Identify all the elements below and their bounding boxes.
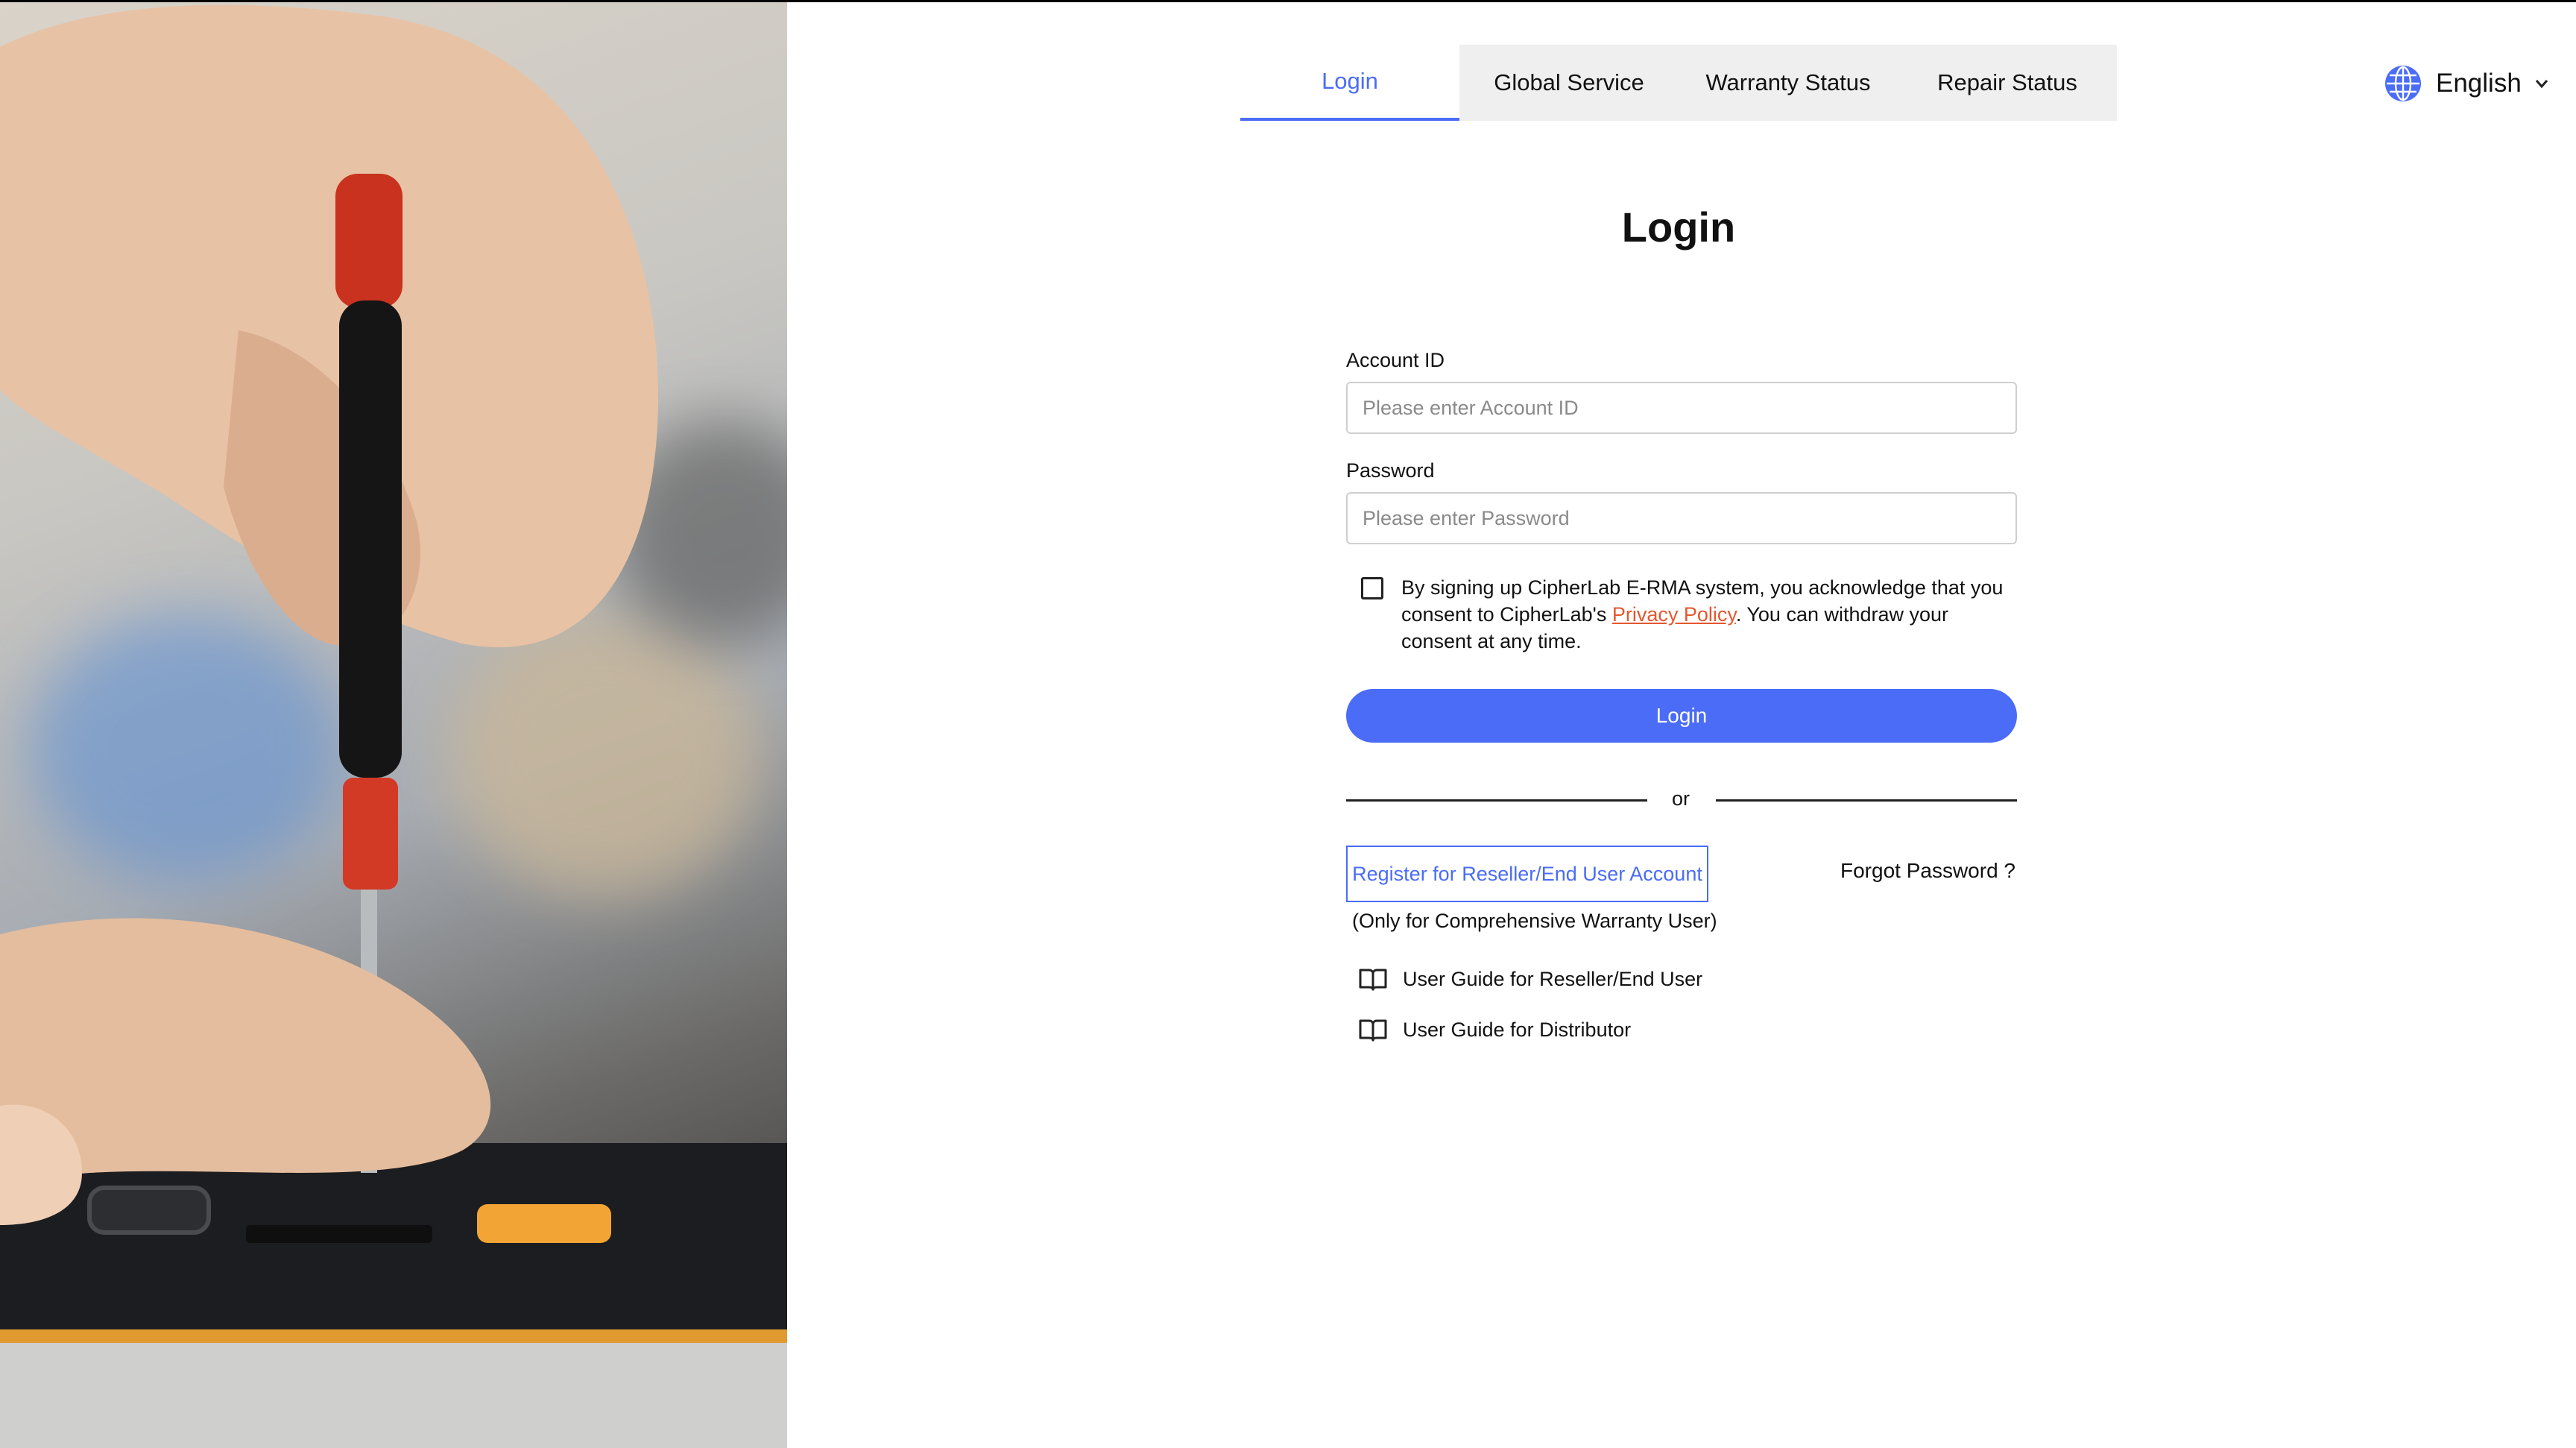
register-note: (Only for Comprehensive Warranty User): [1352, 910, 1717, 932]
consent-text: By signing up CipherLab E-RMA system, yo…: [1401, 574, 2017, 655]
tab-repair-status[interactable]: Repair Status: [1898, 45, 2117, 121]
language-selector[interactable]: English: [2384, 63, 2551, 104]
divider-right: [1716, 799, 2017, 802]
book-icon: [1359, 1019, 1387, 1042]
forgot-password-link[interactable]: Forgot Password ?: [1840, 859, 2015, 883]
password-label: Password: [1346, 459, 1435, 482]
privacy-policy-link[interactable]: Privacy Policy: [1612, 603, 1736, 626]
nav-tabs: Login Global Service Warranty Status Rep…: [1240, 45, 2117, 121]
guide-label: User Guide for Reseller/End User: [1403, 967, 1703, 990]
divider-left: [1346, 799, 1647, 802]
guide-link-distributor[interactable]: User Guide for Distributor: [1358, 1017, 1631, 1042]
language-label: English: [2436, 69, 2522, 98]
globe-icon: [2385, 66, 2421, 101]
password-input[interactable]: [1346, 492, 2017, 544]
hero-photo: [0, 2, 787, 1448]
login-button[interactable]: Login: [1346, 689, 2017, 743]
consent-row: By signing up CipherLab E-RMA system, yo…: [1361, 574, 2017, 655]
book-icon: [1359, 969, 1387, 991]
tab-global-service[interactable]: Global Service: [1459, 45, 1679, 121]
guide-label: User Guide for Distributor: [1403, 1018, 1632, 1041]
guide-link-reseller[interactable]: User Guide for Reseller/End User: [1358, 966, 1702, 992]
or-separator: or: [1671, 787, 1690, 810]
consent-checkbox[interactable]: [1361, 577, 1383, 599]
account-id-input[interactable]: [1346, 382, 2017, 434]
tab-warranty-status[interactable]: Warranty Status: [1679, 45, 1898, 121]
register-button[interactable]: Register for Reseller/End User Account: [1346, 846, 1708, 902]
tab-login[interactable]: Login: [1240, 45, 1459, 121]
page-title: Login: [1621, 204, 1736, 251]
account-id-label: Account ID: [1346, 349, 1445, 371]
chevron-down-icon: [2535, 80, 2548, 89]
